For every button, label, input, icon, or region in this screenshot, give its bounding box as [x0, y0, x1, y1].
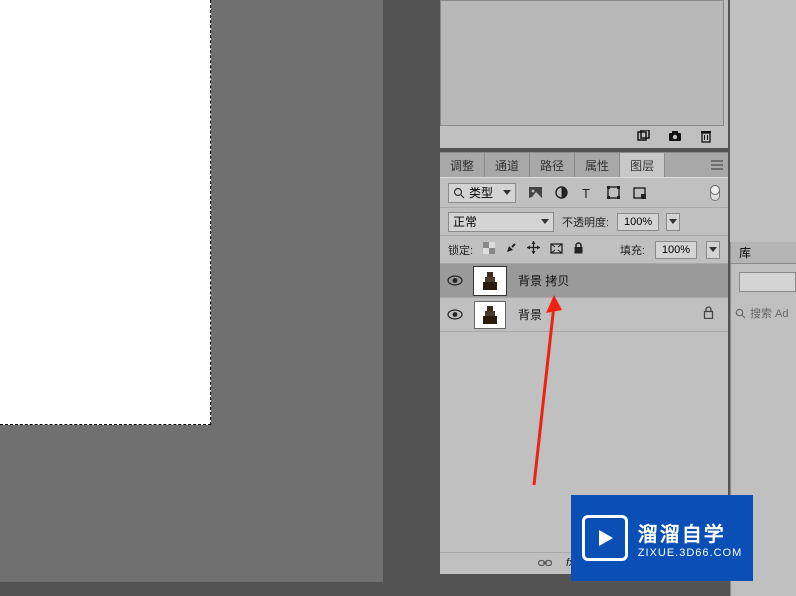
filter-pixel-icon[interactable] — [528, 186, 542, 200]
filter-type-icon[interactable]: T — [580, 186, 594, 200]
selection-marquee — [0, 0, 211, 425]
chevron-down-icon — [503, 190, 511, 195]
watermark-title: 溜溜自学 — [638, 518, 742, 547]
chevron-down-icon — [709, 247, 717, 252]
lock-row: 锁定: 填充: 100% — [440, 236, 728, 264]
play-icon — [582, 515, 628, 561]
fill-label: 填充: — [620, 242, 645, 258]
lock-label: 锁定: — [448, 242, 473, 258]
lock-icons — [483, 241, 584, 259]
watermark-url: ZIXUE.3D66.COM — [638, 547, 742, 559]
filter-icons: T — [528, 186, 646, 200]
upper-panel-toolbar — [440, 126, 724, 146]
layer-thumbnail[interactable] — [474, 267, 506, 295]
library-search-placeholder: 搜索 Ad — [750, 305, 789, 321]
lock-position-icon[interactable] — [527, 241, 540, 259]
layer-thumbnail[interactable] — [474, 301, 506, 329]
layer-filter-row: 类型 T — [440, 178, 728, 208]
tab-layers[interactable]: 图层 — [620, 153, 665, 177]
filter-toggle[interactable] — [710, 185, 720, 201]
layer-name: 背景 — [518, 306, 542, 323]
panel-menu-icon[interactable] — [706, 153, 728, 177]
upper-panel-content[interactable] — [440, 0, 724, 126]
tab-properties[interactable]: 属性 — [575, 153, 620, 177]
upper-panel — [440, 0, 728, 148]
blend-mode-row: 正常 不透明度: 100% — [440, 208, 728, 236]
lock-pixels-icon[interactable] — [505, 241, 517, 259]
tab-library[interactable]: 库 — [731, 242, 796, 264]
lock-all-icon[interactable] — [573, 241, 584, 259]
tab-channels[interactable]: 通道 — [485, 153, 530, 177]
pin-snapshot-icon[interactable] — [636, 130, 650, 142]
opacity-chevron[interactable] — [666, 213, 680, 231]
link-layers-icon[interactable] — [538, 555, 552, 573]
blend-mode-select[interactable]: 正常 — [448, 212, 554, 232]
lock-artboard-icon[interactable] — [550, 241, 563, 259]
chevron-down-icon — [669, 219, 677, 224]
watermark: 溜溜自学 ZIXUE.3D66.COM — [571, 495, 753, 581]
layer-visibility-toggle[interactable] — [440, 275, 470, 286]
tab-spacer — [665, 153, 706, 177]
filter-smart-icon[interactable] — [632, 186, 646, 200]
lock-icon — [703, 306, 714, 324]
tab-adjustments[interactable]: 调整 — [440, 153, 485, 177]
search-icon — [735, 308, 746, 319]
filter-shape-icon[interactable] — [606, 186, 620, 200]
tab-paths[interactable]: 路径 — [530, 153, 575, 177]
camera-icon[interactable] — [668, 130, 682, 142]
layer-list: 背景 拷贝 背景 — [440, 264, 728, 332]
lock-transparency-icon[interactable] — [483, 241, 495, 259]
canvas-area[interactable] — [0, 0, 383, 582]
trash-icon[interactable] — [700, 130, 712, 143]
svg-text:T: T — [582, 187, 590, 199]
blend-mode-value: 正常 — [453, 213, 477, 230]
filter-kind-label: 类型 — [469, 184, 493, 201]
fill-value[interactable]: 100% — [655, 241, 697, 259]
search-icon — [453, 187, 465, 199]
layer-row[interactable]: 背景 拷贝 — [440, 264, 728, 298]
library-search[interactable]: 搜索 Ad — [735, 304, 796, 322]
filter-kind-dropdown[interactable]: 类型 — [448, 183, 516, 203]
panel-tabs: 调整 通道 路径 属性 图层 — [440, 152, 728, 177]
opacity-label: 不透明度: — [562, 214, 609, 230]
opacity-value[interactable]: 100% — [617, 213, 659, 231]
layer-row[interactable]: 背景 — [440, 298, 728, 332]
layer-visibility-toggle[interactable] — [440, 309, 470, 320]
chevron-down-icon — [541, 219, 549, 224]
layer-name: 背景 拷贝 — [518, 272, 569, 289]
library-dropdown[interactable] — [739, 272, 796, 292]
filter-adjustment-icon[interactable] — [554, 186, 568, 200]
fill-chevron[interactable] — [706, 241, 720, 259]
